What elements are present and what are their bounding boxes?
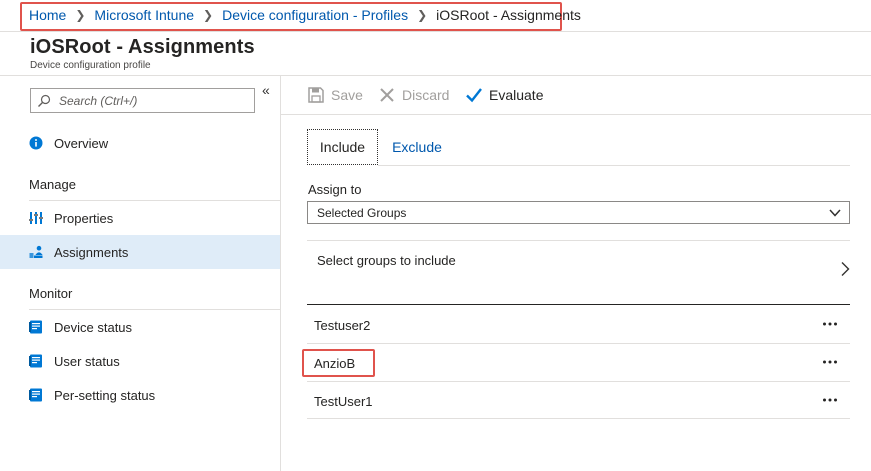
section-label-monitor: Monitor: [29, 286, 73, 301]
sidebar-item-label: Per-setting status: [54, 387, 156, 403]
sidebar-item-per-setting-status[interactable]: Per-setting status: [0, 378, 280, 412]
tab-include[interactable]: Include: [307, 129, 378, 165]
per-setting-status-icon: [29, 388, 42, 402]
discard-icon: [380, 88, 394, 102]
sidebar-item-properties[interactable]: Properties: [0, 201, 280, 235]
breadcrumb-separator-icon: ❯: [203, 8, 214, 22]
breadcrumb-bar: Home ❯ Microsoft Intune ❯ Device configu…: [0, 0, 871, 32]
group-highlight: [302, 349, 375, 377]
divider: [307, 418, 850, 419]
more-options-icon[interactable]: [822, 321, 838, 327]
user-status-icon: [29, 354, 42, 368]
assignments-icon: [29, 245, 43, 258]
sidebar-item-assignments[interactable]: Assignments: [0, 235, 280, 269]
chevron-right-icon: [841, 262, 850, 276]
sidebar-item-device-status[interactable]: Device status: [0, 310, 280, 344]
select-groups-row[interactable]: Select groups to include: [307, 241, 850, 303]
search-box[interactable]: [30, 88, 255, 113]
info-icon: [29, 136, 43, 150]
sidebar-item-user-status[interactable]: User status: [0, 344, 280, 378]
breadcrumb: Home ❯ Microsoft Intune ❯ Device configu…: [29, 7, 581, 23]
breadcrumb-separator-icon: ❯: [417, 8, 428, 22]
breadcrumb-separator-icon: ❯: [75, 8, 86, 22]
breadcrumb-intune-link[interactable]: Microsoft Intune: [94, 7, 194, 23]
group-row[interactable]: Testuser2: [307, 307, 850, 344]
sidebar-item-label: Properties: [54, 210, 114, 226]
evaluate-button[interactable]: Evaluate: [465, 86, 543, 104]
save-label: Save: [331, 87, 363, 103]
assign-to-label: Assign to: [308, 182, 362, 197]
divider: [307, 343, 850, 344]
search-icon: [38, 94, 51, 107]
checkmark-icon: [466, 88, 482, 103]
page-title: iOSRoot - Assignments: [30, 36, 255, 58]
sidebar-item-label: Overview: [54, 135, 109, 151]
assign-to-dropdown[interactable]: Selected Groups: [307, 201, 850, 224]
breadcrumb-profiles-link[interactable]: Device configuration - Profiles: [222, 7, 408, 23]
discard-button[interactable]: Discard: [378, 86, 449, 104]
collapse-sidebar-icon[interactable]: «: [262, 82, 270, 98]
tabs-divider: [378, 165, 850, 166]
chevron-down-icon: [829, 209, 841, 217]
group-row[interactable]: TestUser1: [307, 383, 850, 420]
select-groups-label: Select groups to include: [317, 253, 456, 268]
page-subtitle: Device configuration profile: [30, 60, 151, 71]
save-icon: [308, 87, 324, 103]
group-row[interactable]: AnzioB: [307, 345, 850, 382]
evaluate-label: Evaluate: [489, 87, 544, 103]
sidebar-item-overview[interactable]: Overview: [0, 126, 280, 160]
tab-exclude[interactable]: Exclude: [380, 129, 454, 165]
save-button[interactable]: Save: [307, 86, 363, 104]
breadcrumb-current: iOSRoot - Assignments: [436, 7, 581, 23]
sidebar: « Overview Manage Properties Assignme: [0, 76, 281, 471]
sidebar-item-label: Device status: [54, 319, 133, 335]
group-name: Testuser2: [314, 318, 371, 333]
search-input[interactable]: [59, 94, 249, 108]
more-options-icon[interactable]: [822, 397, 838, 403]
sidebar-item-label: Assignments: [54, 244, 129, 260]
section-label-manage: Manage: [29, 177, 76, 192]
discard-label: Discard: [402, 87, 450, 103]
device-status-icon: [29, 320, 42, 334]
properties-icon: [29, 212, 43, 224]
assign-to-value: Selected Groups: [317, 206, 407, 220]
toolbar: Save Discard Evaluate: [281, 76, 871, 115]
divider: [307, 304, 850, 305]
divider: [307, 381, 850, 382]
sidebar-item-label: User status: [54, 353, 120, 369]
group-name: TestUser1: [314, 394, 373, 409]
more-options-icon[interactable]: [822, 359, 838, 365]
breadcrumb-home-link[interactable]: Home: [29, 7, 66, 23]
